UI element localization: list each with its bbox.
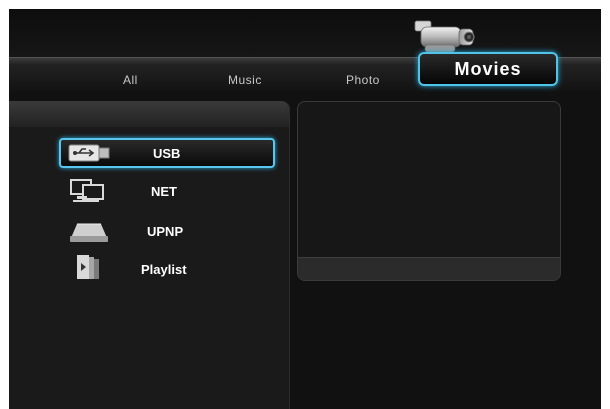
usb-icon — [67, 140, 113, 166]
tab-movies-label: Movies — [454, 58, 522, 79]
playlist-icon — [65, 255, 111, 282]
source-item-net[interactable]: NET — [59, 176, 275, 206]
source-item-usb-label: USB — [153, 145, 181, 161]
source-item-net-label: NET — [151, 183, 177, 199]
source-item-playlist[interactable]: Playlist — [59, 254, 275, 284]
tab-music[interactable]: Music — [228, 73, 262, 87]
source-item-playlist-label: Playlist — [141, 261, 187, 277]
network-computers-icon — [65, 178, 111, 204]
preview-panel — [297, 101, 561, 281]
upnp-drive-icon — [65, 218, 111, 244]
source-list-panel: USB NET UPNP Playlist — [9, 101, 290, 409]
source-item-usb[interactable]: USB — [59, 138, 275, 168]
preview-info-bar — [298, 257, 560, 280]
tab-movies[interactable]: Movies — [418, 52, 558, 86]
source-item-upnp[interactable]: UPNP — [59, 216, 275, 246]
top-band — [9, 9, 601, 57]
source-list-header — [9, 101, 289, 127]
source-item-upnp-label: UPNP — [147, 223, 184, 239]
tab-photo[interactable]: Photo — [346, 73, 380, 87]
media-player-screen: All Music Photo Movies USB NET UPNP Play… — [9, 9, 601, 409]
tab-all[interactable]: All — [123, 73, 138, 87]
